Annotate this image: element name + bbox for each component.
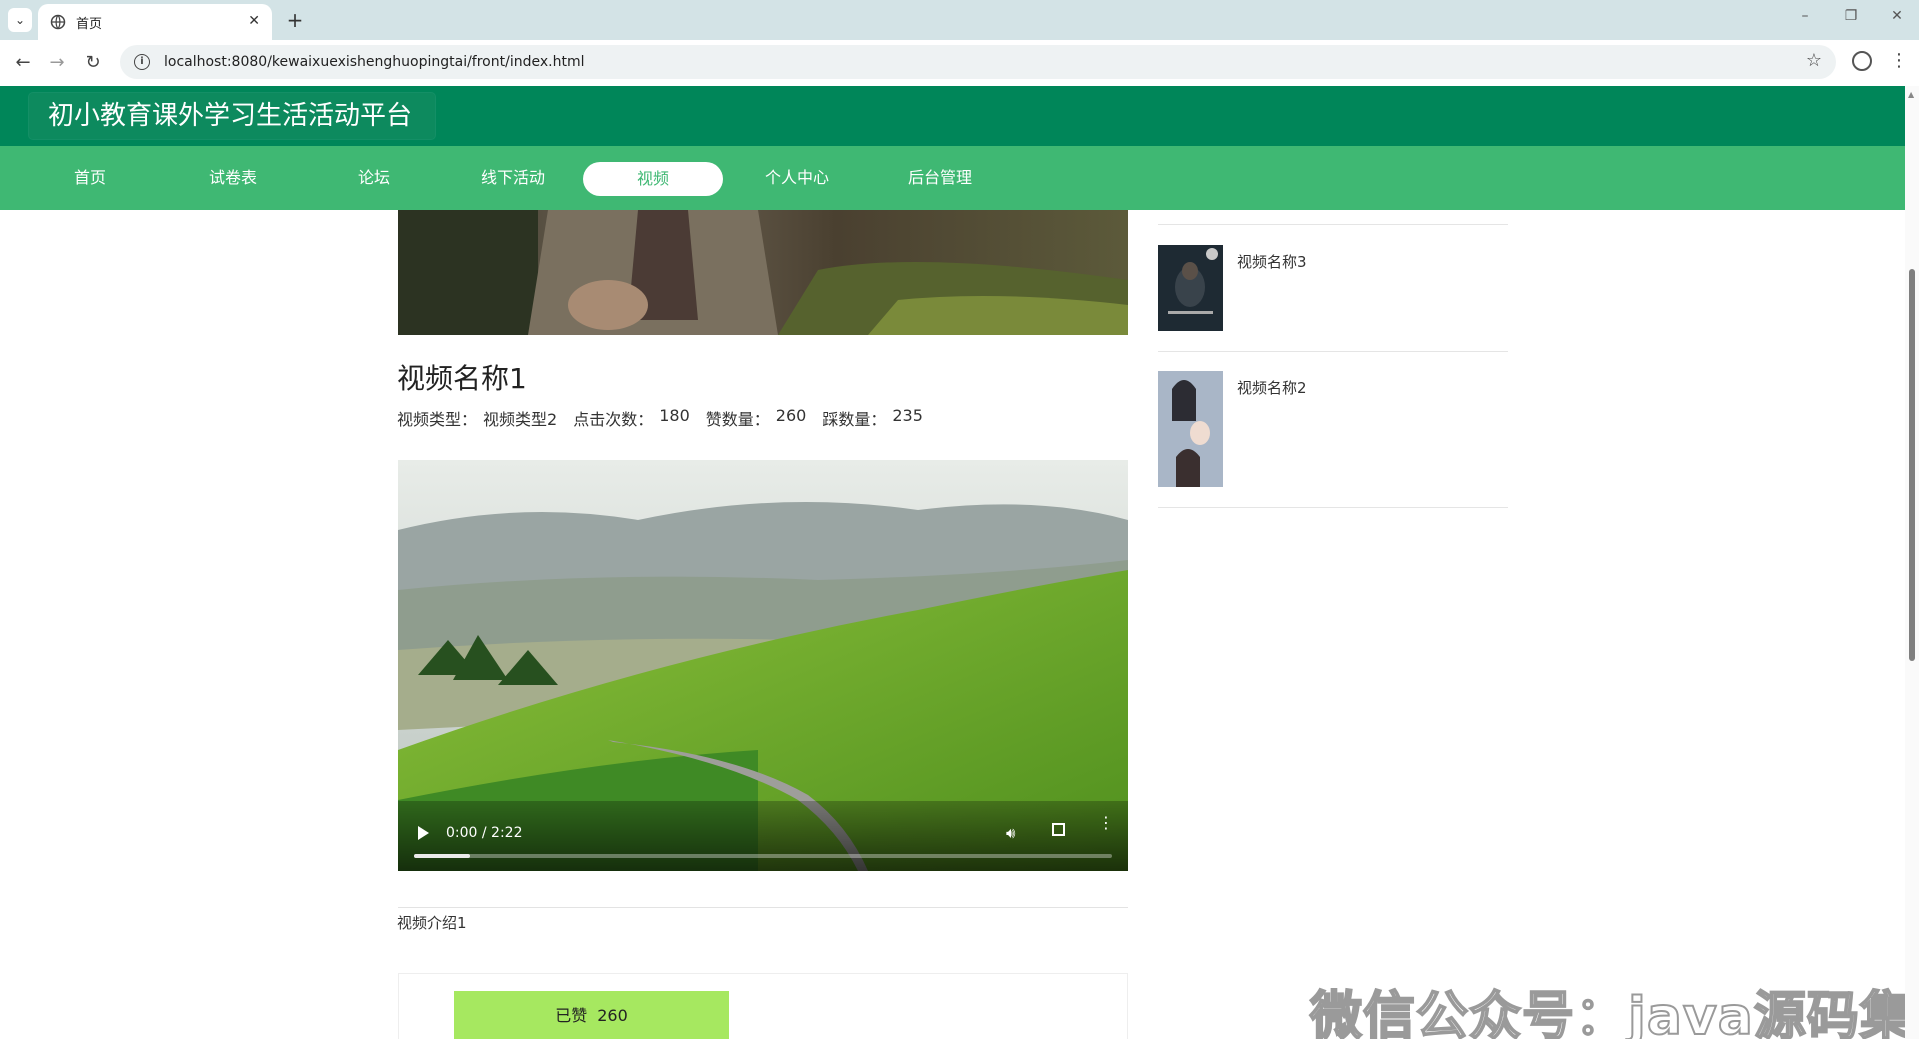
player-time: 0:00 / 2:22 bbox=[446, 825, 523, 841]
chevron-down-icon: ⌄ bbox=[14, 13, 26, 27]
nav-offline-activities[interactable]: 线下活动 bbox=[443, 146, 583, 210]
globe-icon bbox=[50, 14, 66, 30]
like-button[interactable]: 已赞 260 bbox=[454, 991, 729, 1039]
video-meta: 视频类型： 视频类型2 点击次数： 180 赞数量： 260 踩数量： 235 bbox=[397, 406, 939, 430]
forward-icon[interactable]: → bbox=[44, 51, 70, 75]
bookmark-star-icon[interactable]: ☆ bbox=[1806, 50, 1822, 71]
sidebar-video-item[interactable]: 视频名称2 bbox=[1158, 371, 1508, 487]
browser-menu-icon[interactable]: ⋮ bbox=[1890, 49, 1908, 73]
nav-admin[interactable]: 后台管理 bbox=[870, 146, 1010, 210]
dislikes-value: 235 bbox=[892, 406, 923, 425]
progress-fill bbox=[414, 854, 470, 858]
page-scrollbar[interactable]: ▲ bbox=[1905, 86, 1919, 1039]
sidebar-video-item[interactable]: 视频名称3 bbox=[1158, 245, 1508, 331]
sidebar-video-name[interactable]: 视频名称3 bbox=[1237, 251, 1307, 272]
reload-icon[interactable]: ↻ bbox=[80, 51, 106, 75]
likes-value: 260 bbox=[775, 406, 807, 425]
page-viewport: 初小教育课外学习生活活动平台 首页 试卷表 论坛 线下活动 视频 个人中心 后台… bbox=[0, 86, 1919, 1039]
likes-label: 赞数量： bbox=[705, 410, 770, 429]
close-tab-icon[interactable]: ✕ bbox=[248, 13, 260, 29]
scroll-up-icon[interactable]: ▲ bbox=[1908, 90, 1914, 99]
play-icon[interactable] bbox=[418, 826, 429, 840]
clicks-value: 180 bbox=[659, 406, 690, 425]
clicks-label: 点击次数： bbox=[573, 410, 654, 429]
like-count: 260 bbox=[597, 1006, 628, 1025]
tab-title: 首页 bbox=[76, 16, 103, 32]
like-label: 已赞 bbox=[555, 1006, 588, 1025]
video-player[interactable]: 0:00 / 2:22 🔊︎ ⋮ bbox=[398, 460, 1128, 871]
sidebar-divider bbox=[1158, 507, 1508, 508]
site-nav: 首页 试卷表 论坛 线下活动 视频 个人中心 后台管理 bbox=[0, 146, 1905, 210]
tab-search-button[interactable]: ⌄ bbox=[8, 8, 32, 32]
like-section: 已赞 260 bbox=[398, 973, 1128, 1039]
fullscreen-icon[interactable] bbox=[1052, 823, 1065, 836]
type-value: 视频类型2 bbox=[483, 410, 558, 429]
profile-icon[interactable] bbox=[1852, 51, 1872, 71]
url-text: localhost:8080/kewaixuexishenghuopingtai… bbox=[164, 54, 585, 70]
sidebar-divider bbox=[1158, 224, 1508, 225]
browser-toolbar: ← → ↻ i localhost:8080/kewaixuexishenghu… bbox=[0, 40, 1919, 86]
section-divider bbox=[398, 907, 1128, 908]
video-intro: 视频介绍1 bbox=[397, 914, 467, 932]
browser-tab[interactable]: 首页 ✕ bbox=[38, 4, 272, 40]
type-label: 视频类型： bbox=[397, 410, 478, 429]
site-info-icon[interactable]: i bbox=[134, 54, 150, 70]
video-thumbnail[interactable] bbox=[1158, 371, 1223, 487]
address-bar[interactable]: i localhost:8080/kewaixuexishenghuopingt… bbox=[120, 45, 1836, 79]
nav-home[interactable]: 首页 bbox=[20, 146, 160, 210]
sidebar-video-name[interactable]: 视频名称2 bbox=[1237, 377, 1307, 398]
dislikes-label: 踩数量： bbox=[822, 410, 887, 429]
video-cover-image bbox=[398, 210, 1128, 335]
close-window-icon[interactable]: ✕ bbox=[1882, 8, 1912, 24]
minimize-icon[interactable]: – bbox=[1790, 8, 1820, 24]
new-tab-button[interactable]: + bbox=[282, 7, 308, 33]
site-title: 初小教育课外学习生活活动平台 bbox=[29, 93, 435, 139]
video-thumbnail[interactable] bbox=[1158, 245, 1223, 331]
browser-tab-bar: ⌄ 首页 ✕ + – ❐ ✕ bbox=[0, 0, 1919, 40]
volume-icon[interactable]: 🔊︎ bbox=[1006, 824, 1015, 842]
back-icon[interactable]: ← bbox=[10, 51, 36, 75]
player-controls: 0:00 / 2:22 🔊︎ ⋮ bbox=[398, 801, 1128, 871]
video-title: 视频名称1 bbox=[397, 362, 527, 395]
watermark: 微信公众号：java源码集合 bbox=[1309, 986, 1919, 1039]
nav-videos[interactable]: 视频 bbox=[583, 162, 723, 196]
nav-personal-center[interactable]: 个人中心 bbox=[727, 146, 867, 210]
nav-exam-papers[interactable]: 试卷表 bbox=[163, 146, 303, 210]
nav-forum[interactable]: 论坛 bbox=[304, 146, 444, 210]
site-header: 初小教育课外学习生活活动平台 bbox=[0, 86, 1905, 146]
progress-bar[interactable] bbox=[414, 854, 1112, 858]
more-options-icon[interactable]: ⋮ bbox=[1098, 815, 1114, 831]
restore-icon[interactable]: ❐ bbox=[1836, 8, 1866, 24]
scrollbar-thumb[interactable] bbox=[1909, 269, 1915, 661]
sidebar-divider bbox=[1158, 351, 1508, 352]
